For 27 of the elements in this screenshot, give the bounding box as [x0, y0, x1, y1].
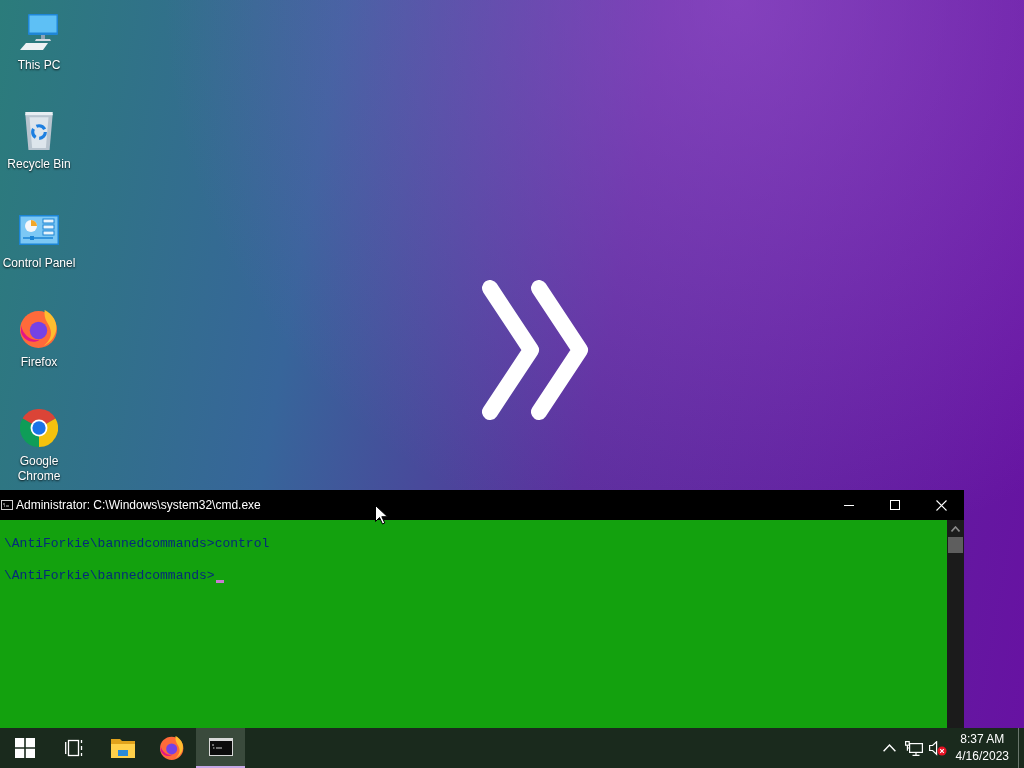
clock-button[interactable]: 8:37 AM 4/16/2023	[949, 728, 1015, 768]
task-view-icon	[64, 739, 83, 757]
folder-icon	[110, 738, 135, 758]
scrollbar-thumb[interactable]	[948, 537, 963, 553]
close-icon	[935, 499, 947, 511]
maximize-icon	[890, 500, 900, 510]
minimize-icon	[844, 504, 854, 506]
firefox-icon	[159, 736, 184, 760]
firefox-icon	[20, 310, 58, 348]
console-line: \AntiForkie\bannedcommands>	[4, 568, 215, 584]
network-icon	[904, 740, 923, 756]
desktop-shortcut[interactable]: Recycle Bin	[0, 111, 78, 172]
recycle-bin-icon	[25, 112, 53, 150]
caret-up-icon	[951, 525, 960, 532]
window-title: Administrator: C:\Windows\system32\cmd.exe	[16, 497, 261, 514]
chevron-up-icon	[883, 744, 897, 752]
windows-logo-icon	[14, 738, 35, 758]
computer-icon	[20, 14, 58, 50]
desktop-shortcut[interactable]: Google Chrome	[0, 408, 78, 484]
desktop-shortcut[interactable]: This PC	[0, 12, 78, 73]
command-prompt-button[interactable]	[196, 728, 245, 768]
control-panel-icon	[19, 215, 59, 245]
chrome-icon	[20, 409, 58, 447]
console-line: \AntiForkie\bannedcommands>control	[4, 536, 270, 552]
terminal-icon	[208, 738, 233, 756]
desktop-shortcut[interactable]: Control Panel	[0, 210, 78, 271]
desktop-shortcut[interactable]: Firefox	[0, 309, 78, 370]
